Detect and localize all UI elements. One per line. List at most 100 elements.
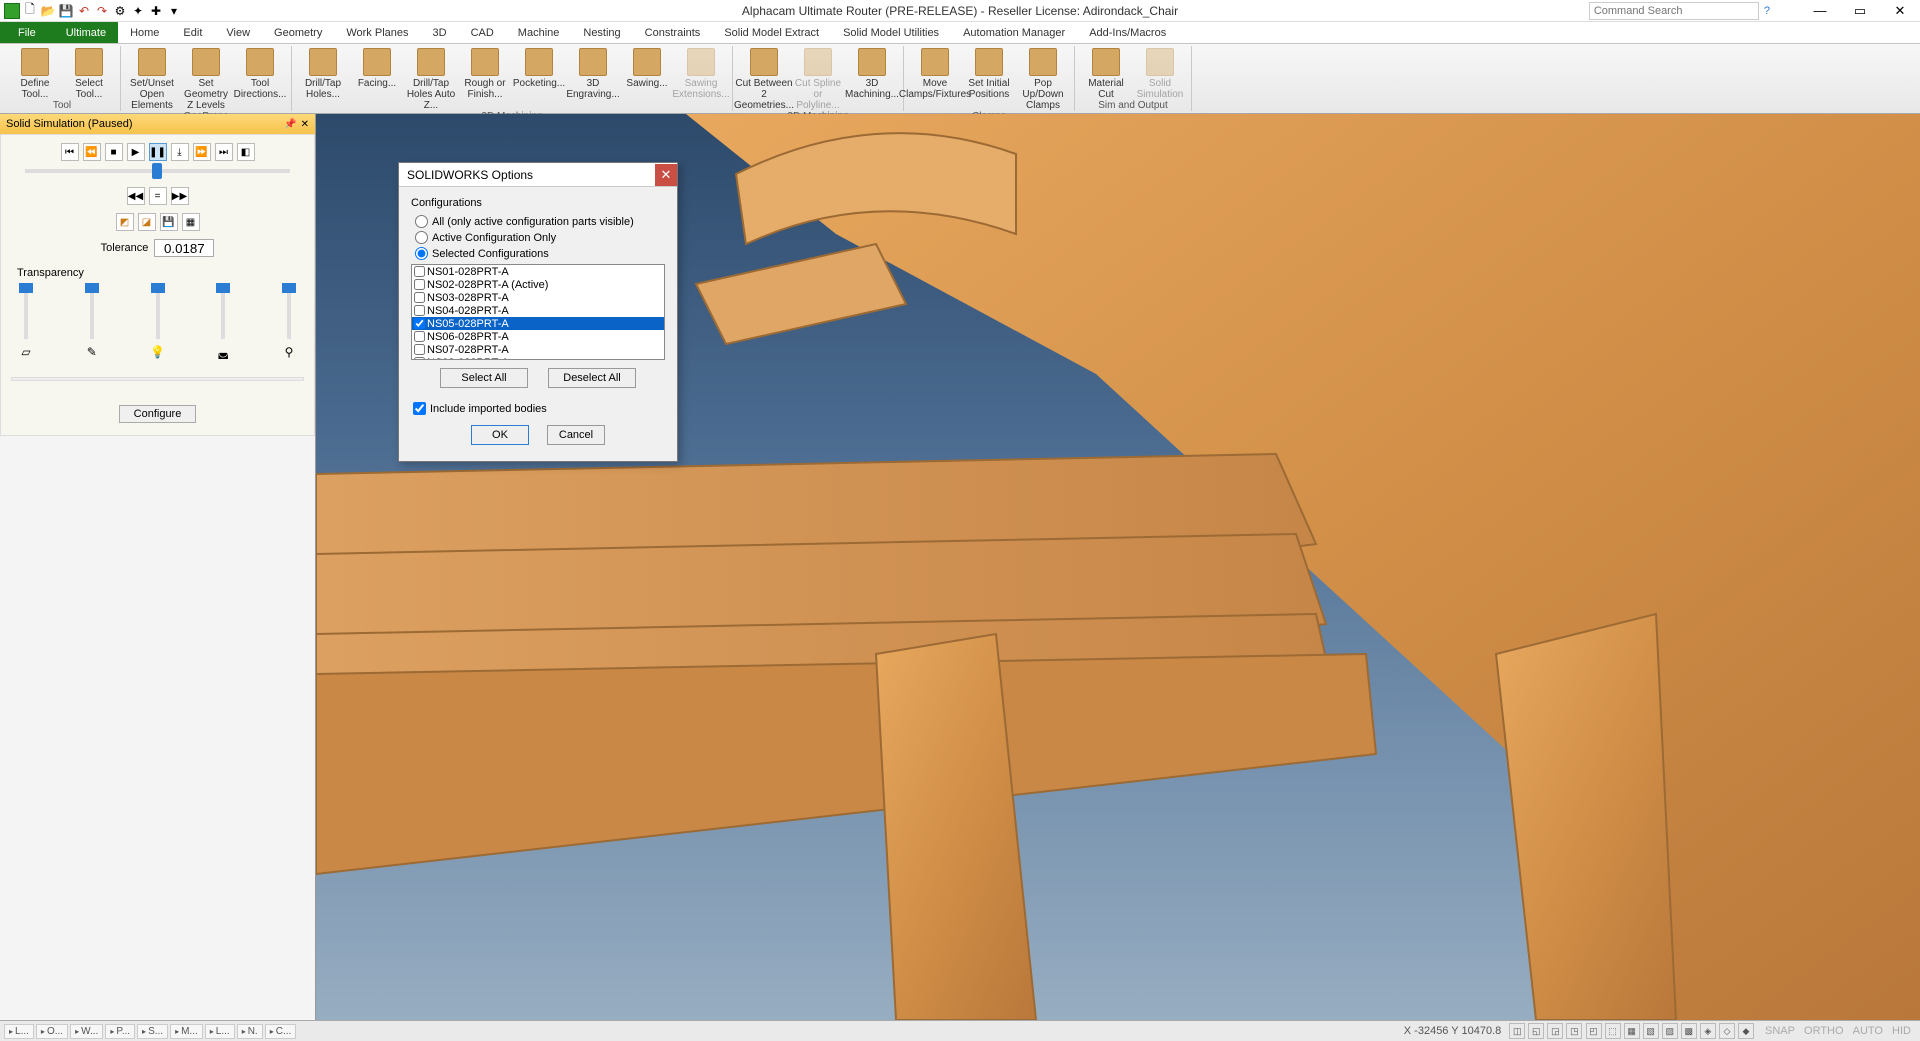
config-row-checkbox[interactable] xyxy=(414,344,425,355)
vicon-5[interactable]: ◰ xyxy=(1586,1023,1602,1039)
ribbon-button[interactable]: Facing... xyxy=(352,46,402,89)
tool1-icon[interactable]: ⚙ xyxy=(112,3,128,19)
status-tab[interactable]: ▸M... xyxy=(170,1024,203,1039)
status-tab[interactable]: ▸O... xyxy=(36,1024,68,1039)
config-row-checkbox[interactable] xyxy=(414,357,425,360)
status-tab[interactable]: ▸W... xyxy=(70,1024,103,1039)
configurations-listbox[interactable]: NS01-028PRT-ANS02-028PRT-A (Active)NS03-… xyxy=(411,264,665,360)
help-icon[interactable]: ? xyxy=(1764,5,1770,17)
config-list-row[interactable]: NS03-028PRT-A xyxy=(412,291,664,304)
command-search-input[interactable] xyxy=(1589,2,1759,20)
cancel-button[interactable]: Cancel xyxy=(547,425,605,445)
dialog-close-icon[interactable]: ✕ xyxy=(655,164,677,186)
status-tab[interactable]: ▸N. xyxy=(237,1024,263,1039)
ribbon-button[interactable]: Define Tool... xyxy=(10,46,60,100)
sim-step-icon[interactable]: ⤓ xyxy=(171,143,189,161)
deselect-all-button[interactable]: Deselect All xyxy=(548,368,636,388)
tab-edit[interactable]: Edit xyxy=(171,22,214,43)
sim-pause-icon[interactable]: ❚❚ xyxy=(149,143,167,161)
pin-icon[interactable]: 📌 xyxy=(284,119,296,130)
sim-skip-start-icon[interactable]: ⏮ xyxy=(61,143,79,161)
status-tab[interactable]: ▸S... xyxy=(137,1024,168,1039)
sim-extra-icon[interactable]: ◧ xyxy=(237,143,255,161)
ribbon-button[interactable]: Set/Unset Open Elements xyxy=(127,46,177,111)
tab-machine[interactable]: Machine xyxy=(506,22,572,43)
command-search[interactable]: ? xyxy=(1589,2,1770,20)
ribbon-button[interactable]: Rough or Finish... xyxy=(460,46,510,100)
config-row-checkbox[interactable] xyxy=(414,279,425,290)
ribbon-button[interactable]: Move Clamps/Fixtures xyxy=(910,46,960,100)
vicon-13[interactable]: ◆ xyxy=(1738,1023,1754,1039)
tab-automation[interactable]: Automation Manager xyxy=(951,22,1077,43)
ribbon-button[interactable]: Set Initial Positions xyxy=(964,46,1014,100)
status-tab[interactable]: ▸L... xyxy=(205,1024,235,1039)
vicon-10[interactable]: ▩ xyxy=(1681,1023,1697,1039)
mode-ortho[interactable]: ORTHO xyxy=(1801,1025,1847,1037)
config-row-checkbox[interactable] xyxy=(414,266,425,277)
status-tab[interactable]: ▸L... xyxy=(4,1024,34,1039)
ribbon-button[interactable]: Drill/Tap Holes Auto Z... xyxy=(406,46,456,111)
panel-close-icon[interactable]: ✕ xyxy=(301,119,309,130)
include-imported-checkbox[interactable]: Include imported bodies xyxy=(413,402,665,415)
ok-button[interactable]: OK xyxy=(471,425,529,445)
config-list-row[interactable]: NS07-028PRT-A xyxy=(412,343,664,356)
vicon-9[interactable]: ▨ xyxy=(1662,1023,1678,1039)
sim-rewind-icon[interactable]: ⏪ xyxy=(83,143,101,161)
vicon-2[interactable]: ◱ xyxy=(1528,1023,1544,1039)
transp-slider-3[interactable]: 💡 xyxy=(149,283,167,359)
config-list-row[interactable]: NS06-028PRT-A xyxy=(412,330,664,343)
tab-solidextract[interactable]: Solid Model Extract xyxy=(712,22,831,43)
vicon-1[interactable]: ◫ xyxy=(1509,1023,1525,1039)
tab-file[interactable]: File xyxy=(0,22,54,43)
sim-stop-icon[interactable]: ■ xyxy=(105,143,123,161)
ribbon-button[interactable]: Material Cut xyxy=(1081,46,1131,100)
ribbon-button[interactable]: Tool Directions... xyxy=(235,46,285,100)
tab-solidutil[interactable]: Solid Model Utilities xyxy=(831,22,951,43)
tool2-icon[interactable]: ✦ xyxy=(130,3,146,19)
dropdown-icon[interactable]: ▾ xyxy=(166,3,182,19)
radio-selected[interactable]: Selected Configurations xyxy=(415,247,665,260)
config-list-row[interactable]: NS08-028PRT-A xyxy=(412,356,664,360)
dialog-titlebar[interactable]: SOLIDWORKS Options ✕ xyxy=(399,163,677,187)
config-row-checkbox[interactable] xyxy=(414,292,425,303)
config-row-checkbox[interactable] xyxy=(414,318,425,329)
ribbon-button[interactable]: 3D Engraving... xyxy=(568,46,618,100)
status-tab[interactable]: ▸P... xyxy=(105,1024,135,1039)
close-button[interactable]: ✕ xyxy=(1880,0,1920,22)
undo-icon[interactable]: ↶ xyxy=(76,3,92,19)
transp-slider-4[interactable]: ◛ xyxy=(214,283,232,359)
tab-constraints[interactable]: Constraints xyxy=(633,22,713,43)
ribbon-button[interactable]: Cut Between 2 Geometries... xyxy=(739,46,789,111)
tab-home[interactable]: Home xyxy=(118,22,171,43)
config-row-checkbox[interactable] xyxy=(414,305,425,316)
redo-icon[interactable]: ↷ xyxy=(94,3,110,19)
sim-play-icon[interactable]: ▶ xyxy=(127,143,145,161)
sim-grid-icon[interactable]: ▦ xyxy=(182,213,200,231)
transp-slider-2[interactable]: ✎ xyxy=(83,283,101,359)
save-icon[interactable]: 💾 xyxy=(58,3,74,19)
tab-addins[interactable]: Add-Ins/Macros xyxy=(1077,22,1178,43)
config-list-row[interactable]: NS02-028PRT-A (Active) xyxy=(412,278,664,291)
ribbon-button[interactable]: Sawing... xyxy=(622,46,672,89)
ribbon-button[interactable]: Pop Up/Down Clamps xyxy=(1018,46,1068,111)
tab-workplanes[interactable]: Work Planes xyxy=(334,22,420,43)
sim-skip-end-icon[interactable]: ⏭ xyxy=(215,143,233,161)
open-icon[interactable]: 📂 xyxy=(40,3,56,19)
vicon-12[interactable]: ◇ xyxy=(1719,1023,1735,1039)
mode-hid[interactable]: HID xyxy=(1889,1025,1914,1037)
tab-geometry[interactable]: Geometry xyxy=(262,22,334,43)
radio-all[interactable]: All (only active configuration parts vis… xyxy=(415,215,665,228)
tab-nesting[interactable]: Nesting xyxy=(571,22,632,43)
sim-back-icon[interactable]: ◀◀ xyxy=(127,187,145,205)
vicon-6[interactable]: ⬚ xyxy=(1605,1023,1621,1039)
sim-save-icon[interactable]: 💾 xyxy=(160,213,178,231)
ribbon-button[interactable]: Pocketing... xyxy=(514,46,564,89)
sim-opt2-icon[interactable]: ◪ xyxy=(138,213,156,231)
tab-3d[interactable]: 3D xyxy=(421,22,459,43)
transp-slider-1[interactable]: ▱ xyxy=(17,283,35,359)
tolerance-input[interactable] xyxy=(154,239,214,257)
sim-progress-slider[interactable] xyxy=(25,169,290,173)
ribbon-button[interactable]: Select Tool... xyxy=(64,46,114,100)
config-list-row[interactable]: NS04-028PRT-A xyxy=(412,304,664,317)
mode-snap[interactable]: SNAP xyxy=(1762,1025,1798,1037)
